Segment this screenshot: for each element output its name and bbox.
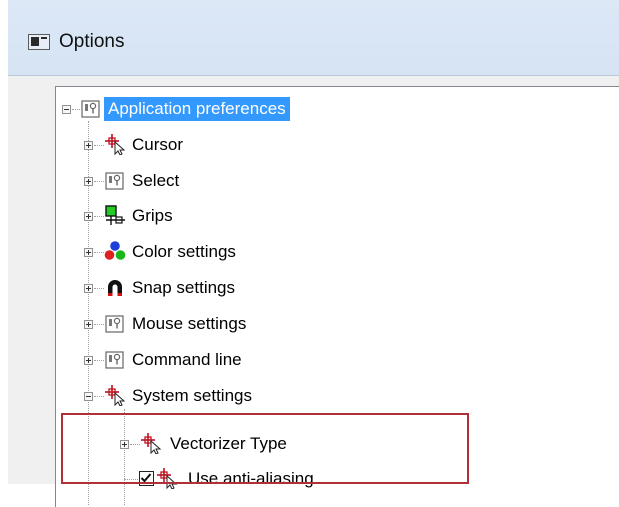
tree-node-command-line[interactable]: Command line <box>56 348 456 372</box>
tree-connector-line <box>94 324 104 325</box>
settings-icon <box>105 315 124 333</box>
tree-node-label: System settings <box>132 386 252 405</box>
tree-node-color-settings[interactable]: Color settings <box>56 240 456 264</box>
tree-connector-line <box>94 145 104 146</box>
settings-icon <box>81 100 100 118</box>
tree-connector-line <box>94 252 104 253</box>
expand-icon[interactable] <box>84 356 93 365</box>
options-window: Options Application preferences Cursor S… <box>8 0 619 507</box>
expand-icon[interactable] <box>84 248 93 257</box>
expand-icon[interactable] <box>84 320 93 329</box>
tree-node-mouse-settings[interactable]: Mouse settings <box>56 312 456 336</box>
tree-node-label: Mouse settings <box>132 314 247 333</box>
tree-node-label: Command line <box>132 350 242 369</box>
tree-node-cursor[interactable]: Cursor <box>56 133 456 157</box>
expand-icon[interactable] <box>84 141 93 150</box>
collapse-icon[interactable] <box>62 105 71 114</box>
tree-connector-line <box>94 288 104 289</box>
tree-node-select[interactable]: Select <box>56 169 456 193</box>
window-title: Options <box>59 31 125 52</box>
tree-node-label: Snap settings <box>132 278 236 297</box>
tree-node-label: Grips <box>132 206 173 225</box>
tree-node-label: Application preferences <box>104 97 290 121</box>
tree-connector-line <box>94 181 104 182</box>
window-icon <box>28 34 50 50</box>
tree-connector-line <box>94 360 104 361</box>
tree-node-label: Select <box>132 171 180 190</box>
collapse-icon[interactable] <box>84 392 93 401</box>
tree-node-label: Cursor <box>132 135 184 154</box>
tree-connector-line <box>72 109 80 110</box>
settings-icon <box>105 172 124 190</box>
tree-node-grips[interactable]: Grips <box>56 204 456 228</box>
expand-icon[interactable] <box>84 212 93 221</box>
crosshair-cursor-icon <box>105 134 126 155</box>
tree-node-label: Color settings <box>132 242 236 261</box>
title-bar[interactable]: Options <box>8 0 619 83</box>
expand-icon[interactable] <box>84 177 93 186</box>
color-circles-icon <box>104 241 126 260</box>
expand-icon[interactable] <box>84 284 93 293</box>
tree-node-snap-settings[interactable]: Snap settings <box>56 276 456 300</box>
magnet-icon <box>108 280 122 296</box>
tree-connector-line <box>94 396 104 397</box>
grips-icon <box>105 205 125 225</box>
highlight-box <box>61 413 469 484</box>
tree-node-system-settings[interactable]: System settings <box>56 384 456 408</box>
tree-connector-line <box>94 216 104 217</box>
crosshair-cursor-icon <box>105 385 126 406</box>
settings-icon <box>105 351 124 369</box>
tree-node-application-preferences[interactable]: Application preferences <box>56 97 456 121</box>
